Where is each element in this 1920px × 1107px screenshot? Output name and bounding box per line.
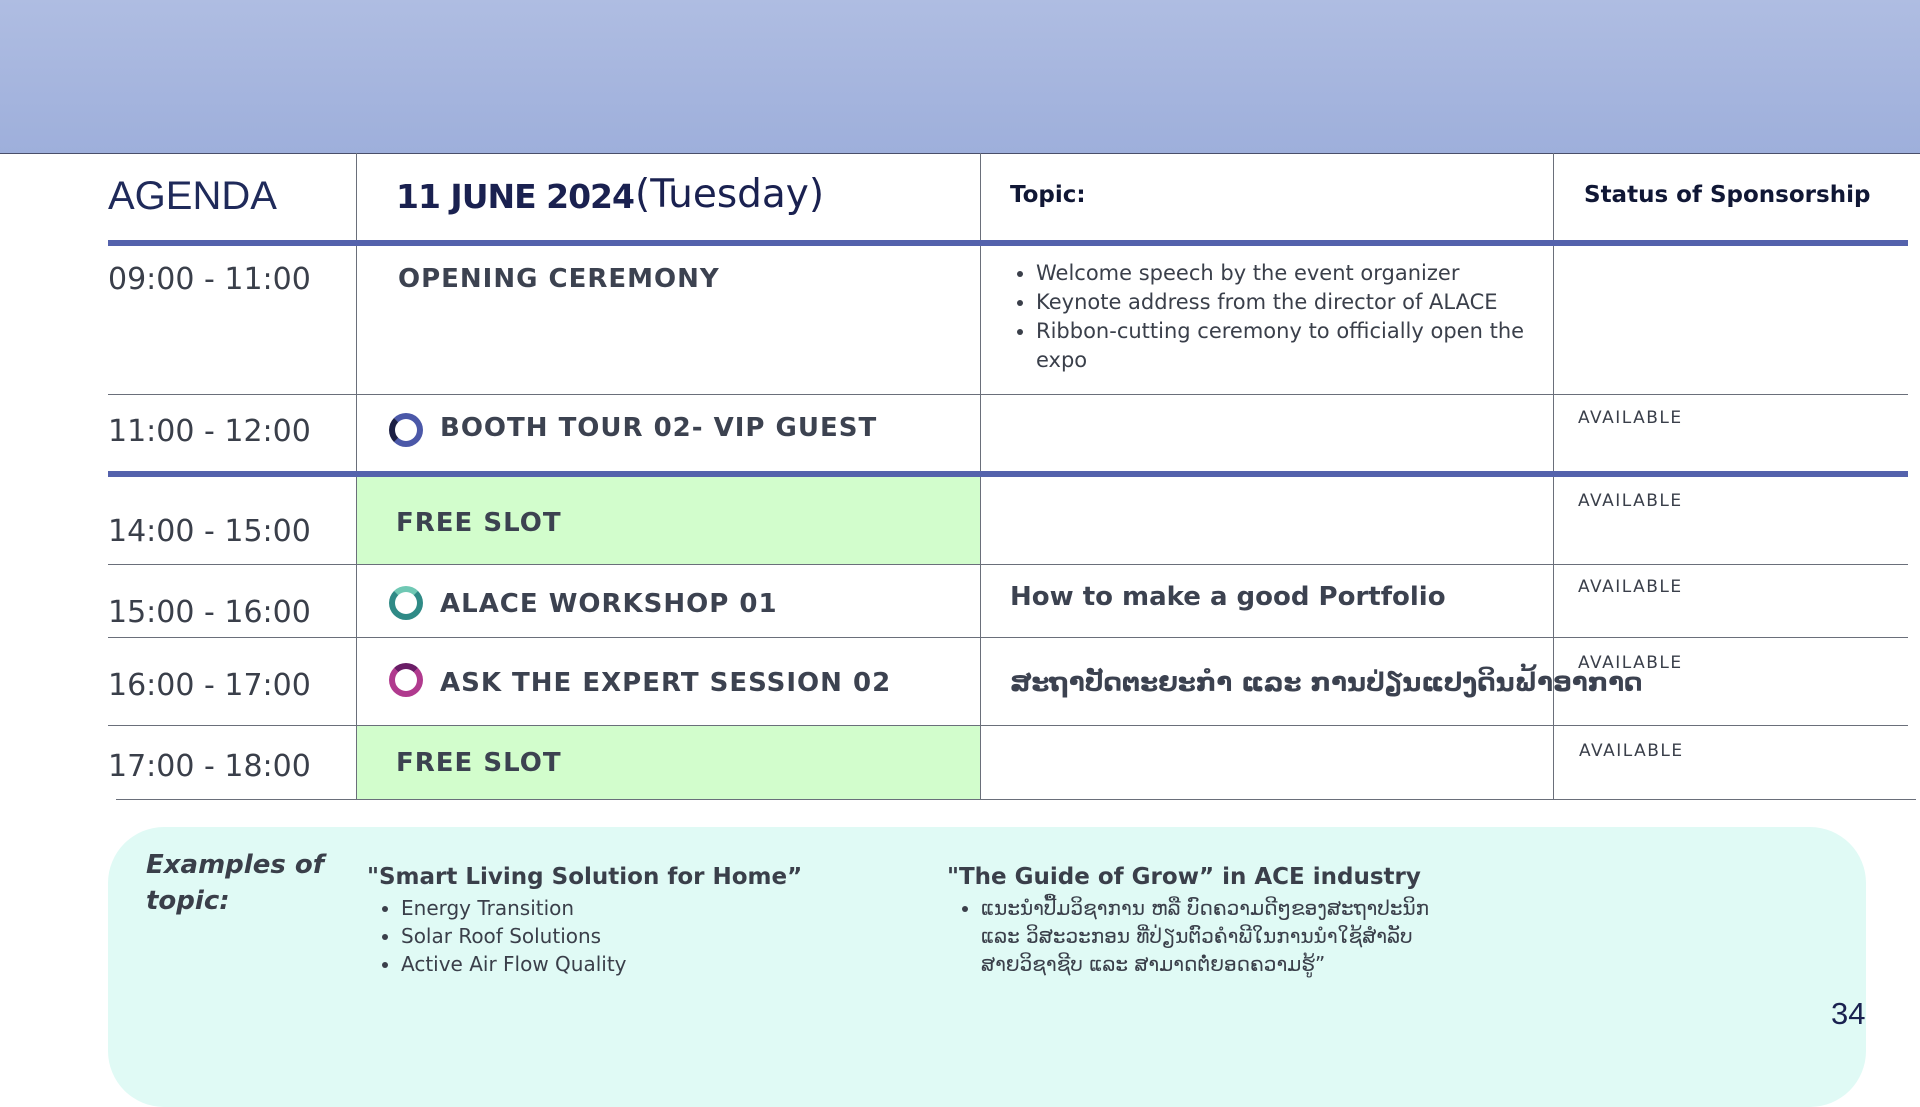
examples-label: Examples of topic: bbox=[146, 850, 325, 916]
page-number: 34 bbox=[1831, 996, 1866, 1031]
event-title: ASK THE EXPERT SESSION 02 bbox=[440, 668, 892, 698]
sponsorship-status: AVAILABLE bbox=[1578, 653, 1683, 673]
sponsorship-status: AVAILABLE bbox=[1579, 741, 1684, 761]
topic-item: Ribbon-cutting ceremony to officially op… bbox=[1036, 317, 1540, 375]
topic-list: Welcome speech by the event organizer Ke… bbox=[1010, 259, 1540, 375]
row-divider bbox=[108, 564, 1908, 565]
agenda-date: 11 JUNE 2024 bbox=[396, 177, 635, 216]
example-topic-title: "Smart Living Solution for Home” bbox=[367, 864, 803, 890]
event-title: FREE SLOT bbox=[396, 508, 562, 538]
event-title: BOOTH TOUR 02- VIP GUEST bbox=[440, 413, 878, 443]
example-topic-item: Active Air Flow Quality bbox=[401, 950, 867, 978]
row-divider bbox=[116, 799, 1916, 800]
topic-text: ສະຖາປັດຕະຍະກຳ ແລະ ການປ່ຽນແປງດິນຟ້າອາກາດ bbox=[1010, 668, 1643, 698]
example-topic-item: Energy Transition bbox=[401, 894, 867, 922]
topic-item: Welcome speech by the event organizer bbox=[1036, 259, 1540, 288]
status-column-header: Status of Sponsorship bbox=[1584, 182, 1871, 208]
example-topic-item: ແນະນຳປື້ມວິຊາການ ຫລື ບົດຄວາມດີໆຂອງສະຖາປະ… bbox=[981, 894, 1447, 978]
agenda-day: (Tuesday) bbox=[635, 172, 825, 217]
header-underline bbox=[108, 240, 1908, 246]
sponsorship-status: AVAILABLE bbox=[1578, 577, 1683, 597]
event-title: OPENING CEREMONY bbox=[398, 264, 720, 294]
ring-icon bbox=[389, 663, 423, 697]
example-topic-title: "The Guide of Grow” in ACE industry bbox=[947, 864, 1421, 890]
example-topic-list: ແນະນຳປື້ມວິຊາການ ຫລື ບົດຄວາມດີໆຂອງສະຖາປະ… bbox=[947, 894, 1447, 978]
time-slot: 15:00 - 16:00 bbox=[108, 595, 311, 630]
topic-column-header: Topic: bbox=[1010, 182, 1086, 208]
row-divider bbox=[108, 637, 1908, 638]
example-topic-item: Solar Roof Solutions bbox=[401, 922, 867, 950]
topic-item: Keynote address from the director of ALA… bbox=[1036, 288, 1540, 317]
row-divider bbox=[108, 394, 1908, 395]
sponsorship-status: AVAILABLE bbox=[1578, 491, 1683, 511]
time-slot: 17:00 - 18:00 bbox=[108, 749, 311, 784]
example-topic-list: Energy Transition Solar Roof Solutions A… bbox=[367, 894, 867, 978]
event-title: FREE SLOT bbox=[396, 748, 562, 778]
ring-icon bbox=[389, 413, 423, 447]
ring-icon bbox=[389, 586, 423, 620]
event-title: ALACE WORKSHOP 01 bbox=[440, 589, 778, 619]
topic-text: How to make a good Portfolio bbox=[1010, 582, 1446, 612]
agenda-title: AGENDA bbox=[108, 174, 277, 218]
sponsorship-status: AVAILABLE bbox=[1578, 408, 1683, 428]
time-slot: 16:00 - 17:00 bbox=[108, 668, 311, 703]
time-slot: 09:00 - 11:00 bbox=[108, 262, 311, 297]
header-band bbox=[0, 0, 1920, 154]
time-slot: 11:00 - 12:00 bbox=[108, 414, 311, 449]
time-slot: 14:00 - 15:00 bbox=[108, 514, 311, 549]
